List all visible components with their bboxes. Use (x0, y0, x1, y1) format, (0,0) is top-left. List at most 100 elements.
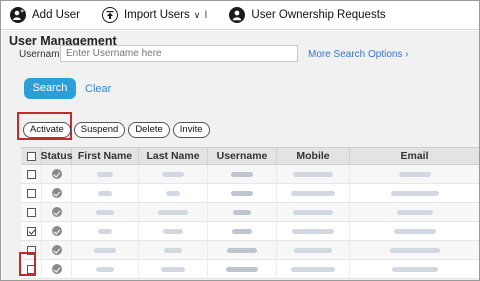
users-table: Status First Name Last Name Username Mob… (21, 147, 479, 279)
row-select-cell (21, 184, 42, 202)
toolbar-separator: I (204, 9, 208, 21)
first-name-cell (72, 241, 139, 259)
redacted-text (292, 228, 334, 234)
mobile-cell (277, 222, 350, 240)
clear-link[interactable]: Clear (85, 83, 111, 95)
email-cell (350, 165, 479, 183)
import-users-menu[interactable]: Import Users ∨ I (101, 7, 208, 23)
table-row[interactable] (21, 222, 479, 241)
add-user-button[interactable]: Add User (10, 7, 80, 23)
add-user-icon (10, 7, 26, 23)
redacted-text (291, 266, 335, 272)
status-cell (42, 222, 72, 240)
user-management-section: User Management Username: More Search Op… (2, 31, 479, 280)
col-first-name[interactable]: First Name (72, 148, 139, 164)
import-users-label: Import Users (123, 9, 190, 21)
redacted-text (291, 190, 335, 196)
redacted-text (390, 190, 439, 196)
last-name-cell (139, 241, 208, 259)
row-select-cell (21, 203, 42, 221)
checkbox-highlight-box (19, 252, 36, 276)
redacted-text (391, 266, 438, 272)
redacted-text (163, 228, 183, 234)
redacted-text (98, 228, 112, 234)
redacted-text (94, 247, 116, 253)
upload-icon (101, 7, 118, 23)
status-cell (42, 260, 72, 278)
redacted-text (393, 228, 436, 234)
invite-button[interactable]: Invite (172, 122, 210, 138)
status-check-icon (51, 207, 62, 217)
more-search-options-link[interactable]: More Search Options › (308, 49, 409, 60)
status-check-icon (51, 188, 62, 198)
col-email[interactable]: Email (350, 148, 479, 164)
chevron-down-icon: ∨ (193, 9, 201, 20)
delete-button[interactable]: Delete (128, 122, 170, 138)
table-body (21, 165, 479, 279)
bulk-actions-bar: Activate Suspend Delete Invite (23, 122, 213, 138)
redacted-text (164, 247, 182, 253)
redacted-text (226, 266, 258, 272)
redacted-text (293, 171, 333, 177)
table-row[interactable] (21, 203, 479, 222)
row-checkbox[interactable] (26, 207, 36, 217)
status-check-icon (51, 245, 62, 255)
redacted-text (161, 266, 185, 272)
first-name-cell (72, 260, 139, 278)
row-select-cell (21, 222, 42, 240)
activate-button[interactable]: Activate (23, 122, 71, 138)
redacted-text (97, 171, 113, 177)
row-checkbox[interactable] (26, 226, 36, 236)
col-status[interactable]: Status (40, 148, 73, 164)
email-cell (350, 241, 479, 259)
username-cell (208, 203, 277, 221)
status-cell (42, 241, 72, 259)
username-cell (208, 241, 277, 259)
col-last-name[interactable]: Last Name (139, 148, 208, 164)
redacted-text (293, 209, 333, 215)
search-row: Username: More Search Options › (2, 45, 479, 65)
search-button[interactable]: Search (24, 78, 76, 99)
mobile-cell (277, 241, 350, 259)
redacted-text (396, 209, 433, 215)
suspend-button[interactable]: Suspend (73, 122, 126, 138)
mobile-cell (277, 203, 350, 221)
row-checkbox[interactable] (26, 188, 36, 198)
username-cell (208, 184, 277, 202)
row-checkbox[interactable] (26, 169, 36, 179)
first-name-cell (72, 165, 139, 183)
status-cell (42, 203, 72, 221)
username-cell (208, 165, 277, 183)
first-name-cell (72, 184, 139, 202)
redacted-text (232, 228, 252, 234)
table-row[interactable] (21, 165, 479, 184)
user-icon (229, 7, 246, 23)
select-all-cell (21, 148, 42, 164)
table-row[interactable] (21, 260, 479, 279)
first-name-cell (72, 222, 139, 240)
status-check-icon (51, 169, 62, 179)
username-search-input[interactable] (60, 45, 298, 62)
table-row[interactable] (21, 241, 479, 260)
user-ownership-requests-button[interactable]: User Ownership Requests (229, 7, 386, 23)
username-cell (208, 222, 277, 240)
redacted-text (389, 247, 440, 253)
mobile-cell (277, 184, 350, 202)
redacted-text (227, 247, 257, 253)
redacted-text (294, 247, 332, 253)
col-username[interactable]: Username (208, 148, 277, 164)
redacted-text (158, 209, 188, 215)
table-header: Status First Name Last Name Username Mob… (21, 147, 479, 165)
mobile-cell (277, 165, 350, 183)
status-check-icon (51, 226, 62, 236)
mobile-cell (277, 260, 350, 278)
redacted-text (231, 171, 253, 177)
top-action-bar: Add User Import Users ∨ I User Ownership… (1, 1, 479, 30)
redacted-text (162, 171, 184, 177)
email-cell (350, 203, 479, 221)
table-row[interactable] (21, 184, 479, 203)
select-all-checkbox[interactable] (26, 151, 36, 161)
col-mobile[interactable]: Mobile (277, 148, 350, 164)
user-ownership-requests-label: User Ownership Requests (251, 9, 386, 21)
redacted-text (166, 190, 180, 196)
